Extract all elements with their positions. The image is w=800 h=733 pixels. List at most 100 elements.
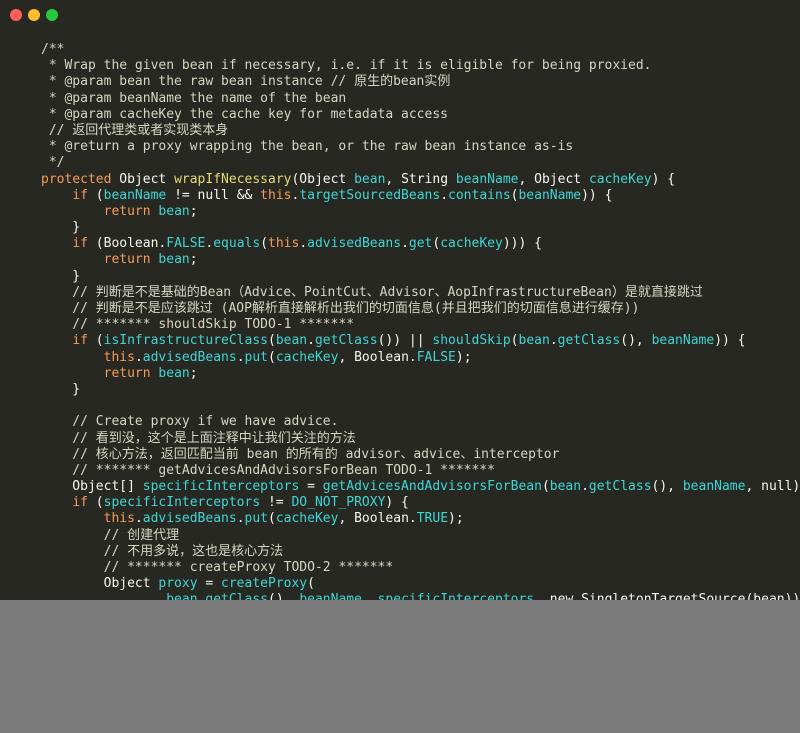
- code-token: .: [307, 333, 315, 349]
- code-token: if: [72, 236, 88, 252]
- code-token: this: [260, 187, 292, 203]
- close-window-icon[interactable]: [10, 9, 22, 21]
- code-token: // 看到没，这个是上面注释中让我们关注的方法: [41, 430, 356, 446]
- code-token: return: [103, 252, 151, 268]
- code-token: if: [72, 187, 88, 203]
- code-token: isInfrastructureClass: [103, 333, 268, 349]
- code-token: DO_NOT_PROXY: [291, 495, 386, 511]
- code-token: beanName: [299, 592, 362, 600]
- code-token: .: [236, 349, 245, 365]
- code-token: FALSE: [166, 236, 206, 252]
- code-token: FALSE: [416, 349, 456, 365]
- code-token: // ******* getAdvicesAndAdvisorsForBean …: [41, 462, 495, 478]
- code-line: return bean;: [41, 252, 800, 268]
- code-token: beanName: [651, 333, 715, 349]
- code-token: // 创建代理: [41, 527, 180, 543]
- code-token: this: [268, 236, 300, 252]
- code-token: }: [41, 381, 81, 397]
- code-token: beanName: [103, 187, 167, 203]
- code-token: .: [549, 333, 558, 349]
- code-line: return bean;: [41, 204, 800, 220]
- code-token: Object: [111, 171, 175, 187]
- code-token: .: [401, 236, 409, 252]
- code-token: specificInterceptors: [103, 495, 261, 511]
- code-token: return: [103, 203, 151, 219]
- code-token: }: [41, 268, 81, 284]
- code-line: // 判断是不是应该跳过 (AOP解析直接解析出我们的切面信息(并且把我们的切面…: [41, 301, 800, 317]
- code-token: ()) ||: [377, 333, 433, 349]
- code-line: Object[] specificInterceptors = getAdvic…: [41, 479, 800, 495]
- code-token: ))) {: [502, 236, 542, 252]
- code-token: TRUE: [416, 511, 449, 527]
- code-token: this: [103, 349, 135, 365]
- code-token: bean: [549, 479, 582, 495]
- code-token: )) {: [581, 187, 613, 203]
- code-token: }: [41, 220, 81, 236]
- code-block[interactable]: /** * Wrap the given bean if necessary, …: [41, 42, 800, 600]
- code-token: getAdvicesAndAdvisorsForBean: [322, 479, 542, 495]
- code-line: }: [41, 269, 800, 285]
- code-token: * Wrap the given bean if necessary, i.e.…: [41, 58, 652, 74]
- code-token: // 判断是不是基础的Bean（Advice、PointCut、Advisor、…: [41, 284, 703, 300]
- code-line: bean.getClass(), beanName, specificInter…: [41, 592, 800, 600]
- code-line: protected Object wrapIfNecessary(Object …: [41, 172, 800, 188]
- code-token: ) {: [385, 495, 409, 511]
- code-line: this.advisedBeans.put(cacheKey, Boolean.…: [41, 350, 800, 366]
- code-token: * @param beanName the name of the bean: [41, 90, 347, 106]
- code-token: (: [541, 479, 550, 495]
- code-line: // ******* shouldSkip TODO-1 *******: [41, 317, 800, 333]
- code-line: * @param cacheKey the cache key for meta…: [41, 107, 800, 123]
- code-token: =: [197, 576, 222, 592]
- code-token: get: [408, 236, 433, 252]
- code-token: getClass: [205, 592, 268, 600]
- minimize-window-icon[interactable]: [28, 9, 40, 21]
- code-token: ;: [189, 203, 198, 219]
- zoom-window-icon[interactable]: [46, 9, 58, 21]
- code-token: // Create proxy if we have advice.: [41, 414, 339, 430]
- code-line: * @param beanName the name of the bean: [41, 91, 800, 107]
- code-token: getClass: [557, 333, 621, 349]
- code-token: proxy: [158, 576, 198, 592]
- code-line: // 返回代理类或者实现类本身: [41, 123, 800, 139]
- code-token: specificInterceptors: [142, 479, 300, 495]
- code-token: .: [134, 349, 143, 365]
- code-token: targetSourcedBeans: [299, 187, 441, 203]
- code-token: .: [134, 511, 143, 527]
- code-token: */: [41, 155, 65, 171]
- code-token: Object: [41, 576, 159, 592]
- code-line: * Wrap the given bean if necessary, i.e.…: [41, 58, 800, 74]
- code-token: // 核心方法，返回匹配当前 bean 的所有的 advisor、advice、…: [41, 446, 560, 462]
- code-line: * @return a proxy wrapping the bean, or …: [41, 139, 800, 155]
- code-token: createProxy: [221, 576, 308, 592]
- code-token: return: [103, 365, 151, 381]
- code-token: if: [72, 495, 88, 511]
- code-token: getClass: [588, 479, 652, 495]
- code-token: bean: [354, 171, 386, 187]
- code-line: // 不用多说，这也是核心方法: [41, 544, 800, 560]
- code-token: Object[]: [41, 479, 143, 495]
- code-token: .: [581, 479, 589, 495]
- code-token: protected: [41, 171, 112, 187]
- code-token: put: [244, 511, 268, 527]
- code-token: * @param cacheKey the cache key for meta…: [41, 106, 448, 122]
- code-token: )) {: [714, 333, 746, 349]
- code-token: (),: [268, 592, 300, 600]
- code-token: bean: [158, 365, 190, 381]
- code-line: // 看到没，这个是上面注释中让我们关注的方法: [41, 431, 800, 447]
- code-line: */: [41, 155, 800, 171]
- code-token: getClass: [314, 333, 378, 349]
- code-token: (: [268, 333, 276, 349]
- code-line: // ******* getAdvicesAndAdvisorsForBean …: [41, 463, 800, 479]
- code-token: advisedBeans: [142, 349, 237, 365]
- code-window: /** * Wrap the given bean if necessary, …: [0, 0, 800, 600]
- code-token: put: [244, 349, 268, 365]
- code-token: advisedBeans: [142, 511, 237, 527]
- code-token: , String: [385, 171, 456, 187]
- code-token: // 返回代理类或者实现类本身: [41, 122, 229, 138]
